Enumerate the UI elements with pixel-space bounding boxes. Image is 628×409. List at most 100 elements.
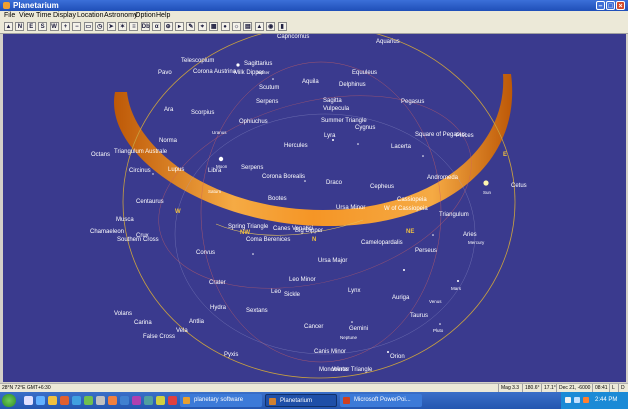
- constellation-label[interactable]: Carina: [134, 320, 152, 327]
- quicklaunch-icon[interactable]: [132, 396, 141, 405]
- constellation-label[interactable]: Centaurus: [136, 199, 164, 206]
- constellation-label[interactable]: Lacerta: [391, 144, 411, 151]
- globe-icon[interactable]: ●: [220, 22, 230, 31]
- network-icon[interactable]: [565, 397, 571, 403]
- constellation-label[interactable]: Hercules: [284, 143, 308, 150]
- constellation-label[interactable]: Scorpius: [191, 110, 214, 117]
- planet-label-saturn[interactable]: Saturn: [208, 189, 221, 194]
- constellation-label[interactable]: Gemini: [349, 326, 368, 333]
- quicklaunch-icon[interactable]: [60, 396, 69, 405]
- constellation-label[interactable]: Cancer: [304, 324, 323, 331]
- planet-label-moon[interactable]: Moon: [216, 164, 227, 169]
- quicklaunch-icon[interactable]: [120, 396, 129, 405]
- constellation-label[interactable]: Sextans: [246, 308, 268, 315]
- west-button[interactable]: W: [49, 22, 59, 31]
- chart-icon[interactable]: ▤: [243, 22, 253, 31]
- quicklaunch-icon[interactable]: [156, 396, 165, 405]
- constellation-label[interactable]: Summer Triangle: [321, 118, 367, 125]
- constellation-label[interactable]: Camelopardalis: [361, 240, 403, 247]
- constellation-label[interactable]: Leo: [271, 289, 281, 296]
- planet-label-uranus[interactable]: Uranus: [212, 130, 227, 135]
- constellation-label[interactable]: Southern Cross: [117, 237, 159, 244]
- menu-help[interactable]: Help: [156, 11, 170, 21]
- rocket-icon[interactable]: ▲: [4, 22, 13, 31]
- constellation-label[interactable]: Vela: [176, 328, 188, 335]
- constellation-label[interactable]: Bootes: [268, 196, 287, 203]
- planet-label-mars[interactable]: Mars: [451, 286, 461, 291]
- constellation-label[interactable]: Draco: [326, 180, 342, 187]
- constellation-label[interactable]: Serpens: [256, 99, 278, 106]
- forward-icon[interactable]: ▸: [175, 22, 184, 31]
- constellation-label[interactable]: Canis Minor: [314, 349, 346, 356]
- constellation-label[interactable]: Ara: [164, 107, 173, 114]
- constellation-label[interactable]: Aries: [463, 232, 477, 239]
- start-button[interactable]: [2, 394, 16, 407]
- constellation-label[interactable]: Lupus: [168, 167, 184, 174]
- star-icon[interactable]: ✶: [118, 22, 127, 31]
- constellation-label[interactable]: Orion: [390, 354, 405, 361]
- planet-label-venus[interactable]: Venus: [429, 299, 442, 304]
- constellation-label[interactable]: Taurus: [410, 313, 428, 320]
- alpha-icon[interactable]: α: [152, 22, 162, 31]
- constellation-label[interactable]: Pavo: [158, 70, 172, 77]
- constellation-label[interactable]: Octans: [91, 152, 110, 159]
- zoom-in-icon[interactable]: +: [61, 22, 70, 31]
- menu-display[interactable]: Display: [53, 11, 76, 21]
- planet-label-pluto[interactable]: Pluto: [433, 328, 443, 333]
- planet-label-neptune[interactable]: Neptune: [340, 335, 357, 340]
- book-icon[interactable]: ▮: [277, 22, 287, 31]
- constellation-label[interactable]: Lynx: [348, 288, 360, 295]
- constellation-label[interactable]: Capricornus: [277, 34, 309, 41]
- target-icon[interactable]: ⊕: [163, 22, 173, 31]
- title-bar[interactable]: Planetarium – □ ×: [0, 0, 628, 11]
- constellation-label[interactable]: W of Cassiopeia: [384, 206, 428, 213]
- clock-icon[interactable]: ◷: [95, 22, 105, 31]
- constellation-label[interactable]: False Cross: [143, 334, 175, 341]
- arrow-icon[interactable]: ➤: [106, 22, 116, 31]
- menu-location[interactable]: Location: [77, 11, 103, 21]
- constellation-label[interactable]: Ursa Major: [318, 258, 347, 265]
- volume-icon[interactable]: [574, 397, 580, 403]
- east-button[interactable]: E: [26, 22, 36, 31]
- constellation-label[interactable]: Chamaeleon: [90, 229, 124, 236]
- constellation-label[interactable]: Cetus: [511, 183, 527, 190]
- constellation-label[interactable]: Scutum: [259, 85, 279, 92]
- menu-file[interactable]: File: [4, 11, 15, 21]
- menu-astronomy[interactable]: Astronomy: [104, 11, 137, 21]
- constellation-label[interactable]: Corvus: [196, 250, 215, 257]
- clock[interactable]: 2:44 PM: [595, 392, 617, 409]
- quicklaunch-icon[interactable]: [108, 396, 117, 405]
- constellation-label[interactable]: Aquila: [302, 79, 319, 86]
- constellation-label[interactable]: Aquarius: [376, 39, 400, 46]
- constellation-label[interactable]: Musca: [116, 217, 134, 224]
- constellation-label[interactable]: Antlia: [189, 319, 204, 326]
- constellation-label[interactable]: Corona Borealis: [262, 174, 305, 181]
- quicklaunch-icon[interactable]: [48, 396, 57, 405]
- north-button[interactable]: N: [15, 22, 25, 31]
- constellation-label[interactable]: Sagitta: [323, 98, 342, 105]
- constellation-label[interactable]: Volans: [114, 311, 132, 318]
- constellation-label[interactable]: Lyra: [324, 133, 335, 140]
- quicklaunch-icon[interactable]: [36, 396, 45, 405]
- constellation-label[interactable]: Winter Triangle: [332, 367, 372, 374]
- constellation-label[interactable]: Leo Minor: [289, 277, 316, 284]
- constellation-label[interactable]: Perseus: [415, 248, 437, 255]
- constellation-label[interactable]: Delphinus: [339, 82, 366, 89]
- taskbar-item-planetary-software[interactable]: planetary software: [180, 394, 262, 407]
- constellation-label[interactable]: Norma: [159, 138, 177, 145]
- constellation-label[interactable]: Coma Berenices: [246, 237, 290, 244]
- scope-icon[interactable]: ⌖: [197, 22, 207, 31]
- constellation-label[interactable]: Sagittarius: [244, 61, 272, 68]
- list-icon[interactable]: ≡: [129, 22, 139, 31]
- menu-view[interactable]: View: [19, 11, 34, 21]
- maximize-button[interactable]: □: [606, 1, 615, 10]
- planet-label-jupiter[interactable]: Jupiter: [256, 70, 270, 75]
- constellation-label[interactable]: Crater: [209, 280, 226, 287]
- constellation-label[interactable]: Triangulum: [439, 212, 469, 219]
- tray-app-icon[interactable]: [583, 397, 589, 403]
- zoom-out-icon[interactable]: −: [72, 22, 82, 31]
- constellation-label[interactable]: Serpens: [241, 165, 263, 172]
- constellation-label[interactable]: Cygnus: [355, 125, 375, 132]
- constellation-label[interactable]: Equuleus: [352, 70, 377, 77]
- pen-icon[interactable]: ✎: [186, 22, 196, 31]
